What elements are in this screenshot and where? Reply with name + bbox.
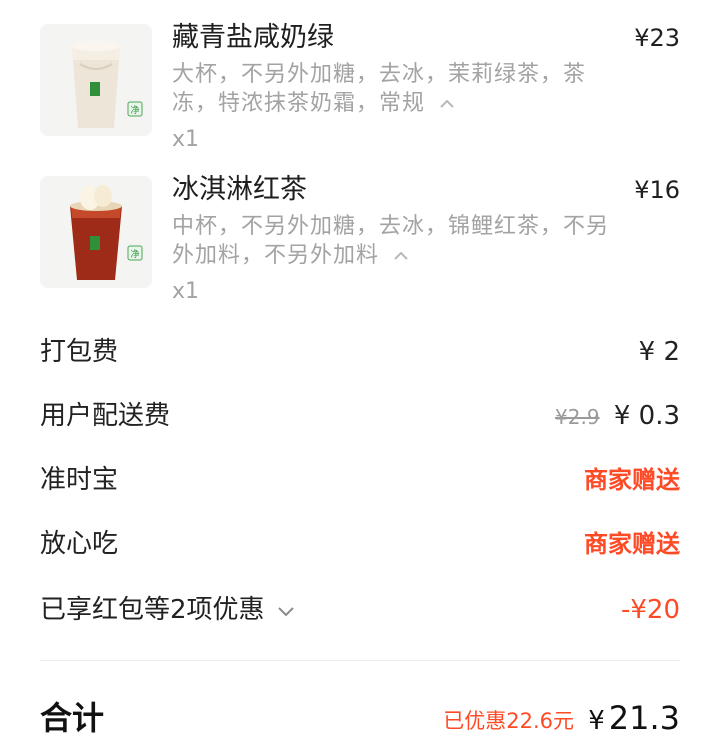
chevron-up-icon[interactable] <box>439 98 455 110</box>
safe-eat-label: 放心吃 <box>40 529 119 559</box>
packing-fee-row: 打包费 ¥ 2 <box>40 332 680 372</box>
item-spec-line: 外加料，不另外加料 <box>172 243 380 268</box>
item-spec: 大杯，不另外加糖，去冰，茉莉绿茶，茶 冻，特浓抹茶奶霜，常规 <box>172 60 642 118</box>
svg-text:净: 净 <box>130 248 139 260</box>
delivery-fee-value: ¥ 0.3 <box>613 401 680 431</box>
total-saved: 已优惠22.6元 <box>443 709 574 733</box>
item-price: ¥16 <box>634 176 680 204</box>
total-amount: 21.3 <box>608 699 680 737</box>
item-spec-line-with-toggle: 外加料，不另外加料 <box>172 241 642 270</box>
item-price: ¥23 <box>634 24 680 52</box>
total-amount-group: ¥21.3 <box>588 696 680 743</box>
delivery-fee-row: 用户配送费 ¥2.9 ¥ 0.3 <box>40 396 680 436</box>
divider <box>40 660 680 661</box>
total-label: 合计 <box>40 699 105 737</box>
item-spec-line: 大杯，不另外加糖，去冰，茉莉绿茶，茶 <box>172 62 587 87</box>
discount-row[interactable]: 已享红包等2项优惠 -¥20 <box>40 590 680 630</box>
delivery-fee-original: ¥2.9 <box>555 405 600 429</box>
currency-symbol: ¥ <box>588 706 605 736</box>
item-name: 冰淇淋红茶 <box>172 174 307 205</box>
chevron-up-icon[interactable] <box>393 250 409 262</box>
item-spec: 中杯，不另外加糖，去冰，锦鲤红茶，不另 外加料，不另外加料 <box>172 212 642 270</box>
item-spec-line: 中杯，不另外加糖，去冰，锦鲤红茶，不另 <box>172 214 610 239</box>
ontime-guarantee-row[interactable]: 准时宝 商家赠送 <box>40 460 680 500</box>
milk-tea-cup-icon: 净 <box>40 24 152 136</box>
discount-label: 已享红包等2项优惠 <box>40 595 265 625</box>
item-spec-line: 冻，特浓抹茶奶霜，常规 <box>172 91 426 116</box>
ontime-guarantee-value: 商家赠送 <box>584 466 680 494</box>
packing-fee-label: 打包费 <box>40 337 119 367</box>
ontime-guarantee-label: 准时宝 <box>40 465 119 495</box>
delivery-fee-value-group: ¥2.9 ¥ 0.3 <box>555 396 680 437</box>
delivery-fee-label: 用户配送费 <box>40 401 171 431</box>
packing-fee-value: ¥ 2 <box>638 337 680 367</box>
discount-label-group[interactable]: 已享红包等2项优惠 <box>40 590 295 630</box>
item-quantity: x1 <box>172 127 200 152</box>
item-spec-line-with-toggle: 冻，特浓抹茶奶霜，常规 <box>172 89 642 118</box>
chevron-down-icon[interactable] <box>277 605 295 617</box>
safe-eat-row[interactable]: 放心吃 商家赠送 <box>40 524 680 564</box>
discount-value: -¥20 <box>620 595 680 625</box>
black-tea-cup-icon: 净 <box>40 176 152 288</box>
svg-text:净: 净 <box>130 104 139 116</box>
product-image[interactable]: 净 <box>40 176 152 288</box>
safe-eat-value: 商家赠送 <box>584 530 680 558</box>
product-image[interactable]: 净 <box>40 24 152 136</box>
item-name: 藏青盐咸奶绿 <box>172 22 334 53</box>
item-quantity: x1 <box>172 279 200 304</box>
